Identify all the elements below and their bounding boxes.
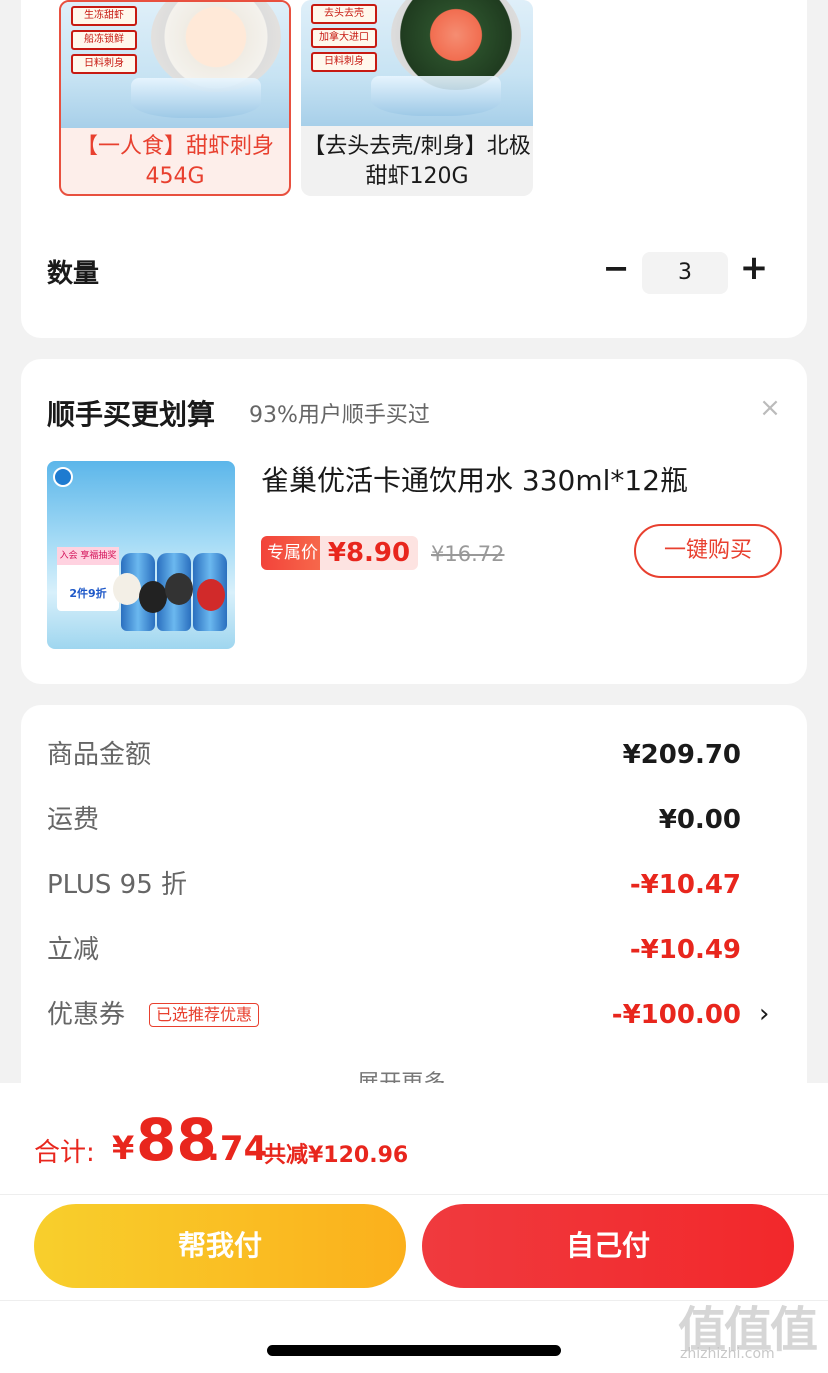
ice-block-image — [131, 78, 261, 118]
total-savings: 共减¥120.96 — [264, 1143, 409, 1168]
sku-image: 生冻甜虾 船冻锁鲜 日料刺身 — [61, 2, 289, 128]
summary-label: 运费 — [47, 805, 100, 835]
sku-option-selected[interactable]: 生冻甜虾 船冻锁鲜 日料刺身 【一人食】甜虾刺身 454G — [59, 0, 291, 196]
summary-label: PLUS 95 折 — [47, 870, 188, 900]
total-amount-integer: 88 — [136, 1106, 217, 1174]
summary-row-instant-discount: 立减 -¥10.49 — [47, 930, 741, 970]
product-options-card: 生冻甜虾 船冻锁鲜 日料刺身 【一人食】甜虾刺身 454G 去头去壳 加拿大进口… — [21, 0, 807, 338]
one-click-buy-button[interactable]: 一键购买 — [634, 524, 782, 578]
chevron-right-icon[interactable]: › — [759, 999, 769, 1029]
water-product-image[interactable]: 入会 享福抽奖 2件9折 — [47, 461, 235, 649]
close-icon[interactable]: × — [757, 395, 783, 421]
sku-option[interactable]: 去头去壳 加拿大进口 日料刺身 【去头去壳/刺身】北极甜虾120G — [301, 0, 533, 196]
add-on-recommendation-card: 顺手买更划算 93%用户顺手买过 × 入会 享福抽奖 2件9折 雀巢优活卡通饮用… — [21, 359, 807, 684]
sku-image: 去头去壳 加拿大进口 日料刺身 — [301, 0, 533, 126]
sku-tag: 船冻锁鲜 — [71, 30, 137, 50]
summary-row-plus-discount: PLUS 95 折 -¥10.47 — [47, 865, 741, 905]
watermark-url: zhizhizhi.com — [680, 1346, 775, 1362]
summary-value: -¥100.00 — [611, 1000, 741, 1030]
sku-name: 【去头去壳/刺身】北极甜虾120G — [303, 134, 531, 189]
quantity-minus-button[interactable]: − — [601, 246, 631, 290]
sku-tag-list: 生冻甜虾 船冻锁鲜 日料刺身 — [71, 6, 137, 78]
penguin-figure-icon — [165, 573, 193, 605]
recommended-product-price: ¥8.90 — [320, 536, 418, 570]
sku-name: 【一人食】甜虾刺身 454G — [75, 134, 274, 189]
original-price: ¥16.72 — [431, 542, 505, 566]
coupon-status-badge: 已选推荐优惠 — [149, 1003, 260, 1027]
sku-tag: 日料刺身 — [71, 54, 137, 74]
total-label: 合计: — [34, 1138, 95, 1168]
total-currency: ¥ — [112, 1129, 135, 1167]
summary-value: ¥0.00 — [658, 805, 741, 835]
summary-row-subtotal: 商品金额 ¥209.70 — [47, 735, 741, 775]
summary-row-coupon[interactable]: 优惠券 已选推荐优惠 -¥100.00 — [47, 995, 741, 1035]
ice-block-image — [371, 76, 501, 116]
sku-tag: 日料刺身 — [311, 52, 377, 72]
sku-tag: 去头去壳 — [311, 4, 377, 24]
promo-badge-main: 2件9折 — [69, 587, 107, 600]
recommendation-title: 顺手买更划算 — [47, 398, 216, 431]
divider — [0, 1194, 828, 1195]
total-amount-decimal: .74 — [207, 1129, 268, 1169]
quantity-label: 数量 — [47, 259, 100, 289]
sku-tag: 生冻甜虾 — [71, 6, 137, 26]
pay-myself-button[interactable]: 自己付 — [422, 1204, 794, 1288]
sku-tag: 加拿大进口 — [311, 28, 377, 48]
promo-badge: 入会 享福抽奖 2件9折 — [57, 547, 119, 611]
summary-value: -¥10.47 — [629, 870, 741, 900]
summary-value: ¥209.70 — [622, 740, 741, 770]
price-summary-card: 商品金额 ¥209.70 运费 ¥0.00 PLUS 95 折 -¥10.47 … — [21, 705, 807, 1125]
parrot-figure-icon — [197, 579, 225, 611]
summary-value: -¥10.49 — [629, 935, 741, 965]
quantity-plus-button[interactable]: + — [739, 246, 769, 290]
quantity-input[interactable]: 3 — [642, 252, 728, 294]
sku-tag-list: 去头去壳 加拿大进口 日料刺身 — [311, 4, 377, 76]
promo-badge-top: 入会 享福抽奖 — [57, 547, 119, 565]
help-me-pay-button[interactable]: 帮我付 — [34, 1204, 406, 1288]
summary-label: 商品金额 — [47, 740, 152, 770]
recommendation-subtitle: 93%用户顺手买过 — [249, 403, 430, 428]
exclusive-price-tag: 专属价 — [261, 536, 324, 570]
summary-label: 立减 — [47, 935, 100, 965]
summary-label: 优惠券 — [47, 1000, 126, 1030]
recommended-product-name[interactable]: 雀巢优活卡通饮用水 330ml*12瓶 — [261, 459, 688, 499]
brand-logo-icon — [53, 467, 73, 487]
seal-figure-icon — [113, 573, 141, 605]
summary-row-shipping: 运费 ¥0.00 — [47, 800, 741, 840]
home-indicator[interactable] — [267, 1345, 561, 1356]
panda-figure-icon — [139, 581, 167, 613]
